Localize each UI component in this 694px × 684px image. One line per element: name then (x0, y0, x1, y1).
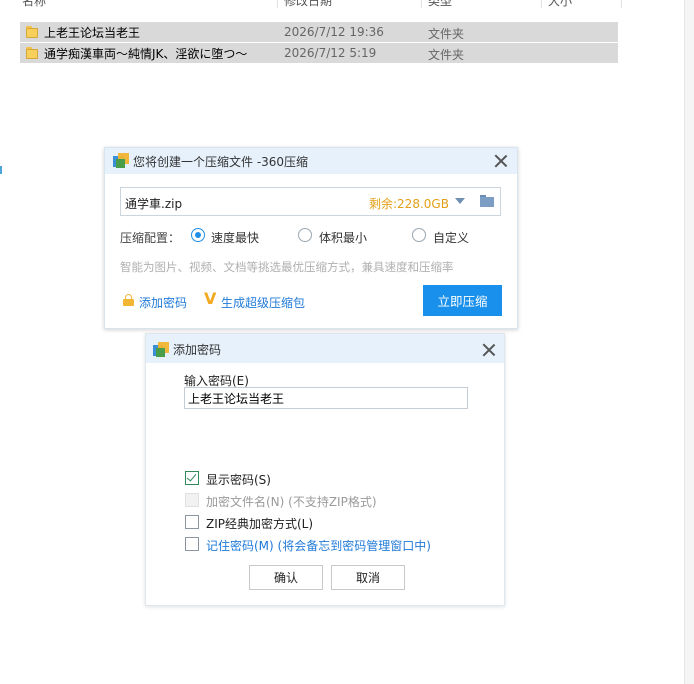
column-divider[interactable] (277, 0, 278, 8)
column-divider[interactable] (541, 0, 542, 8)
column-divider[interactable] (621, 0, 622, 8)
edge-marker (0, 166, 2, 174)
radio-fastest[interactable] (191, 228, 205, 242)
radio-smallest[interactable] (298, 228, 312, 242)
add-password-dialog: 添加密码 输入密码(E) 显示密码(S) 加密文件名(N) (不支持ZIP格式)… (145, 333, 505, 606)
file-name: 通学痴漢車両～純情JK、淫欲に堕つ～ (44, 47, 248, 61)
file-row[interactable]: 通学痴漢車両～純情JK、淫欲に堕つ～ 2026/7/12 5:19 文件夹 (20, 43, 618, 63)
file-name: 上老王论坛当老王 (44, 26, 141, 40)
cancel-button[interactable]: 取消 (331, 565, 405, 590)
super-package-link[interactable]: 生成超级压缩包 (221, 294, 305, 311)
zip-classic-encryption-checkbox[interactable] (185, 515, 199, 529)
dialog-title: 您将创建一个压缩文件 -360压缩 (133, 155, 309, 169)
scrollbar-track[interactable] (684, 0, 694, 684)
folder-icon (26, 26, 38, 38)
file-row[interactable]: 上老王论坛当老王 2026/7/12 19:36 文件夹 (20, 22, 618, 42)
compress-dialog: 您将创建一个压缩文件 -360压缩 通学車.zip 剩余:228.0GB 压缩配… (104, 147, 518, 329)
dialog-title: 添加密码 (173, 343, 222, 357)
file-type: 文件夹 (428, 48, 465, 62)
file-date: 2026/7/12 19:36 (284, 25, 384, 39)
radio-smallest-label[interactable]: 体积最小 (319, 229, 367, 246)
remember-password-checkbox[interactable] (185, 537, 199, 551)
confirm-button[interactable]: 确认 (249, 565, 323, 590)
remember-password-label[interactable]: 记住密码(M) (将会备忘到密码管理窗口中) (206, 537, 431, 554)
dialog-titlebar[interactable]: 您将创建一个压缩文件 -360压缩 (105, 148, 517, 174)
encrypt-filename-label: 加密文件名(N) (不支持ZIP格式) (206, 495, 377, 509)
column-size[interactable]: 大小 (548, 0, 572, 14)
compression-config-label: 压缩配置： (120, 231, 181, 245)
radio-fastest-label[interactable]: 速度最快 (211, 229, 259, 246)
radio-custom[interactable] (412, 228, 426, 242)
column-name[interactable]: 名称 (22, 0, 46, 14)
browse-folder-icon[interactable] (480, 195, 494, 207)
close-icon[interactable] (494, 154, 508, 168)
encrypt-filename-checkbox (185, 493, 199, 507)
lock-icon[interactable] (123, 294, 134, 306)
dialog-titlebar[interactable]: 添加密码 (146, 334, 504, 363)
remaining-space: 剩余:228.0GB (369, 197, 449, 211)
show-password-checkbox[interactable] (185, 471, 199, 485)
archive-filename-field[interactable]: 通学車.zip 剩余:228.0GB (120, 187, 501, 216)
app-360zip-icon (153, 342, 169, 357)
folder-icon (26, 47, 38, 59)
column-type[interactable]: 类型 (428, 0, 452, 14)
password-input[interactable] (184, 387, 468, 409)
column-date[interactable]: 修改日期 (284, 0, 332, 14)
column-header: 名称 修改日期 类型 大小 (0, 0, 694, 14)
show-password-label[interactable]: 显示密码(S) (206, 471, 271, 488)
app-360zip-icon (113, 153, 129, 168)
compress-now-button[interactable]: 立即压缩 (423, 285, 502, 316)
chevron-down-icon[interactable] (455, 198, 465, 204)
close-icon[interactable] (482, 343, 496, 357)
column-divider[interactable] (421, 0, 422, 8)
compression-hint: 智能为图片、视频、文档等挑选最优压缩方式，兼具速度和压缩率 (120, 260, 454, 274)
file-type: 文件夹 (428, 27, 465, 41)
file-date: 2026/7/12 5:19 (284, 46, 377, 60)
radio-custom-label[interactable]: 自定义 (433, 229, 469, 246)
add-password-link[interactable]: 添加密码 (139, 294, 187, 311)
super-package-v-icon: V (204, 289, 217, 308)
zip-classic-encryption-label[interactable]: ZIP经典加密方式(L) (206, 515, 313, 532)
archive-filename[interactable]: 通学車.zip (125, 195, 182, 212)
